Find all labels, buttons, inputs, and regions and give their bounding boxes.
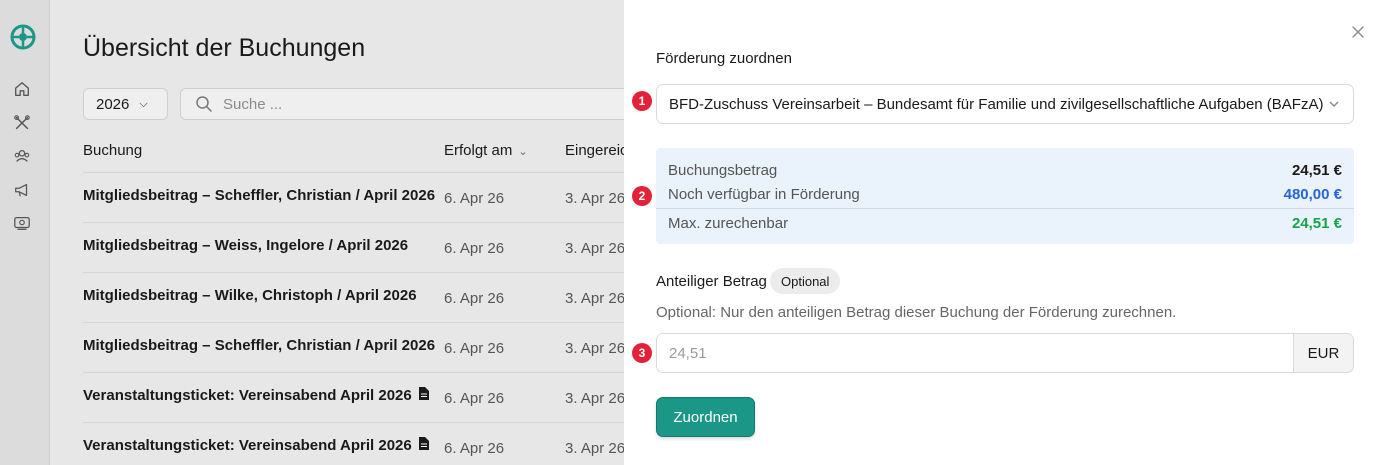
search-input[interactable]: Suche ... <box>180 88 626 120</box>
summary-booking-label: Buchungsbetrag <box>668 162 778 179</box>
column-header-erfolgt[interactable]: Erfolgt am ⌄ <box>444 142 528 159</box>
panel-title: Förderung zuordnen <box>656 50 792 67</box>
column-header-erfolgt-label: Erfolgt am <box>444 142 513 159</box>
page-title: Übersicht der Buchungen <box>83 34 366 62</box>
search-placeholder: Suche ... <box>223 95 283 113</box>
chevron-down-icon <box>1329 101 1339 107</box>
row-date-erfolgt: 6. Apr 26 <box>444 340 505 357</box>
table-row[interactable]: Veranstaltungsticket: Vereinsabend April… <box>83 422 626 465</box>
row-date-eingereicht: 3. Apr 26 <box>565 390 626 407</box>
table-row[interactable]: Mitgliedsbeitrag – Wilke, Christoph / Ap… <box>83 272 626 322</box>
row-name: Mitgliedsbeitrag – Scheffler, Christian … <box>83 187 436 204</box>
chevron-down-icon: ⌵ <box>139 97 148 110</box>
proportional-amount-label: Anteiliger Betrag <box>656 273 767 290</box>
close-icon[interactable] <box>1350 24 1366 40</box>
funding-select-value: BFD-Zuschuss Vereinsarbeit – Bundesamt f… <box>669 95 1324 113</box>
row-date-erfolgt: 6. Apr 26 <box>444 290 505 307</box>
year-select[interactable]: 2026 ⌵ <box>83 88 168 120</box>
bookings-overview: Übersicht der Buchungen 2026 ⌵ Suche ...… <box>51 0 626 465</box>
table-row[interactable]: Veranstaltungsticket: Vereinsabend April… <box>83 372 626 422</box>
summary-max-row: Max. zurechenbar 24,51 € <box>668 215 1342 232</box>
summary-available-value: 480,00 € <box>1283 186 1342 203</box>
summary-booking-row: Buchungsbetrag 24,51 € <box>668 162 1342 179</box>
step-marker-2: 2 <box>632 186 652 206</box>
document-icon <box>418 437 429 453</box>
summary-available-row: Noch verfügbar in Förderung 480,00 € <box>668 186 1342 203</box>
row-date-eingereicht: 3. Apr 26 <box>565 190 626 207</box>
funding-select[interactable]: BFD-Zuschuss Vereinsarbeit – Bundesamt f… <box>656 84 1354 124</box>
amount-input[interactable] <box>657 334 1293 372</box>
tools-icon[interactable] <box>13 114 33 134</box>
column-header-eingereicht[interactable]: Eingereic <box>565 142 626 159</box>
finance-icon[interactable] <box>13 214 33 234</box>
amount-summary: Buchungsbetrag 24,51 € Noch verfügbar in… <box>656 148 1354 244</box>
row-name: Mitgliedsbeitrag – Weiss, Ingelore / Apr… <box>83 237 409 254</box>
row-name: Mitgliedsbeitrag – Wilke, Christoph / Ap… <box>83 287 417 304</box>
table-row[interactable]: Mitgliedsbeitrag – Scheffler, Christian … <box>83 322 626 372</box>
assign-funding-panel: Förderung zuordnen 1 BFD-Zuschuss Verein… <box>624 0 1386 465</box>
row-date-erfolgt: 6. Apr 26 <box>444 440 505 457</box>
row-date-eingereicht: 3. Apr 26 <box>565 240 626 257</box>
search-icon <box>196 96 212 112</box>
optional-badge: Optional <box>770 268 841 294</box>
column-header-buchung[interactable]: Buchung <box>83 142 142 159</box>
table-row[interactable]: Mitgliedsbeitrag – Scheffler, Christian … <box>83 172 626 222</box>
sort-down-icon: ⌄ <box>518 146 528 158</box>
currency-unit: EUR <box>1293 334 1353 372</box>
row-date-eingereicht: 3. Apr 26 <box>565 290 626 307</box>
row-date-eingereicht: 3. Apr 26 <box>565 440 626 457</box>
step-marker-3: 3 <box>632 343 652 363</box>
assign-button[interactable]: Zuordnen <box>656 397 755 437</box>
amount-field: EUR <box>656 333 1354 373</box>
row-name: Veranstaltungsticket: Vereinsabend April… <box>83 387 429 404</box>
document-icon <box>418 387 429 403</box>
row-name: Veranstaltungsticket: Vereinsabend April… <box>83 437 429 454</box>
sidebar <box>0 0 50 465</box>
summary-divider <box>656 208 1354 209</box>
row-name-text: Veranstaltungsticket: Vereinsabend April… <box>83 437 412 454</box>
step-marker-1: 1 <box>632 91 652 111</box>
app-logo[interactable] <box>10 24 36 50</box>
members-icon[interactable] <box>13 147 33 167</box>
summary-max-label: Max. zurechenbar <box>668 215 789 232</box>
summary-booking-value: 24,51 € <box>1291 162 1342 179</box>
summary-max-value: 24,51 € <box>1291 215 1342 232</box>
help-text: Optional: Nur den anteiligen Betrag dies… <box>656 304 1177 321</box>
table-row[interactable]: Mitgliedsbeitrag – Weiss, Ingelore / Apr… <box>83 222 626 272</box>
row-date-eingereicht: 3. Apr 26 <box>565 340 626 357</box>
row-date-erfolgt: 6. Apr 26 <box>444 240 505 257</box>
year-value: 2026 <box>96 95 130 113</box>
home-icon[interactable] <box>13 80 33 100</box>
row-name: Mitgliedsbeitrag – Scheffler, Christian … <box>83 337 436 354</box>
row-name-text: Veranstaltungsticket: Vereinsabend April… <box>83 387 412 404</box>
row-date-erfolgt: 6. Apr 26 <box>444 390 505 407</box>
row-date-erfolgt: 6. Apr 26 <box>444 190 505 207</box>
megaphone-icon[interactable] <box>13 181 33 201</box>
summary-available-label: Noch verfügbar in Förderung <box>668 186 860 203</box>
